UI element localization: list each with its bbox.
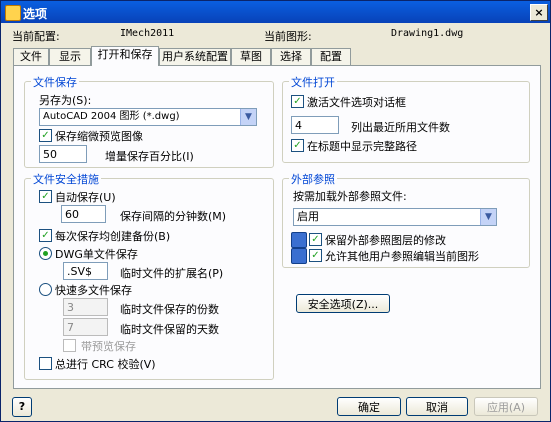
allow-edit-label: 允许其他用户参照编辑当前图形 <box>325 250 479 263</box>
recent-files-label: 列出最近所用文件数 <box>351 121 450 134</box>
save-as-label: 另存为(S): <box>39 94 92 107</box>
save-as-select[interactable]: AutoCAD 2004 图形 (*.dwg) ▼ <box>39 108 257 126</box>
chevron-down-icon: ▼ <box>240 109 256 125</box>
file-save-group: 文件保存 另存为(S): AutoCAD 2004 图形 (*.dwg) ▼ ✓… <box>24 74 274 168</box>
file-open-group: 文件打开 ✓ 激活文件选项对话框 4 列出最近所用文件数 ✓ 在标题中显示完整路… <box>282 74 530 163</box>
autosave-minutes-label: 保存间隔的分钟数(M) <box>120 210 227 223</box>
activate-dialog-checkbox[interactable]: ✓ <box>291 95 304 108</box>
apply-button[interactable]: 应用(A) <box>474 397 538 416</box>
autosave-label: 自动保存(U) <box>55 191 116 204</box>
retain-layer-changes-checkbox[interactable]: ✓ <box>309 233 322 246</box>
demand-load-select[interactable]: 启用 ▼ <box>293 208 497 226</box>
thumbnail-checkbox[interactable]: ✓ <box>39 129 52 142</box>
single-file-label: DWG单文件保存 <box>55 248 138 261</box>
tab-display[interactable]: 显示 <box>49 48 91 65</box>
temp-extension-input[interactable]: .SV$ <box>63 262 108 280</box>
close-button[interactable]: × <box>530 4 548 21</box>
file-save-title: 文件保存 <box>31 74 79 90</box>
current-drawing-label: 当前图形: <box>264 30 312 43</box>
xref-title: 外部参照 <box>289 171 337 187</box>
backup-checkbox[interactable]: ✓ <box>39 229 52 242</box>
tab-selection[interactable]: 选择 <box>271 48 311 65</box>
tab-files[interactable]: 文件 <box>13 48 49 65</box>
temp-days-label: 临时文件保留的天数 <box>120 323 219 336</box>
demand-load-value: 启用 <box>297 210 319 223</box>
crc-label: 总进行 CRC 校验(V) <box>55 358 156 371</box>
temp-days-input[interactable]: 7 <box>63 318 108 336</box>
incremental-percent-input[interactable]: 50 <box>39 145 87 163</box>
full-path-label: 在标题中显示完整路径 <box>307 140 417 153</box>
autosave-minutes-input[interactable]: 60 <box>61 205 106 223</box>
xref-group: 外部参照 按需加载外部参照文件: 启用 ▼ ✓ 保留外部参照图层的修改 ✓ 允许… <box>282 171 530 268</box>
options-dialog: 选项 × 当前配置: IMech2011 当前图形: Drawing1.dwg … <box>0 0 551 422</box>
single-file-radio[interactable] <box>39 247 52 260</box>
temp-copies-input[interactable]: 3 <box>63 298 108 316</box>
preview-save-checkbox[interactable] <box>63 339 76 352</box>
current-config-value: IMech2011 <box>120 28 175 39</box>
tab-panel: 文件保存 另存为(S): AutoCAD 2004 图形 (*.dwg) ▼ ✓… <box>13 65 541 389</box>
file-safety-group: 文件安全措施 ✓ 自动保存(U) 60 保存间隔的分钟数(M) ✓ 每次保存均创… <box>24 171 274 380</box>
demand-load-label: 按需加载外部参照文件: <box>293 190 407 203</box>
xref-layer-icon <box>291 232 307 248</box>
xref-edit-icon <box>291 248 307 264</box>
file-open-title: 文件打开 <box>289 74 337 90</box>
current-config-label: 当前配置: <box>12 30 60 43</box>
tab-drafting[interactable]: 草图 <box>231 48 271 65</box>
allow-edit-checkbox[interactable]: ✓ <box>309 249 322 262</box>
tab-user-preferences[interactable]: 用户系统配置 <box>159 48 231 65</box>
chevron-down-icon: ▼ <box>480 209 496 225</box>
preview-save-label: 带预览保存 <box>81 340 136 353</box>
incremental-percent-label: 增量保存百分比(I) <box>105 150 194 163</box>
ok-button[interactable]: 确定 <box>337 397 401 416</box>
current-drawing-value: Drawing1.dwg <box>391 28 464 39</box>
title-bar: 选项 × <box>1 1 550 23</box>
backup-label: 每次保存均创建备份(B) <box>55 230 171 243</box>
recent-files-input[interactable]: 4 <box>291 116 339 134</box>
tab-open-save[interactable]: 打开和保存 <box>91 46 159 66</box>
help-button[interactable]: ? <box>12 397 32 417</box>
multi-file-label: 快速多文件保存 <box>55 284 132 297</box>
activate-dialog-label: 激活文件选项对话框 <box>307 96 406 109</box>
window-title: 选项 <box>23 7 48 21</box>
app-icon <box>5 5 21 21</box>
cancel-button[interactable]: 取消 <box>406 397 468 416</box>
save-as-value: AutoCAD 2004 图形 (*.dwg) <box>43 111 180 122</box>
tab-profiles[interactable]: 配置 <box>311 48 351 65</box>
security-options-button[interactable]: 安全选项(Z)... <box>296 294 390 313</box>
temp-copies-label: 临时文件保存的份数 <box>120 303 219 316</box>
retain-layer-changes-label: 保留外部参照图层的修改 <box>325 234 446 247</box>
full-path-checkbox[interactable]: ✓ <box>291 139 304 152</box>
temp-extension-label: 临时文件的扩展名(P) <box>120 267 224 280</box>
multi-file-radio[interactable] <box>39 283 52 296</box>
crc-checkbox[interactable] <box>39 357 52 370</box>
thumbnail-label: 保存缩微预览图像 <box>55 130 143 143</box>
autosave-checkbox[interactable]: ✓ <box>39 190 52 203</box>
file-safety-title: 文件安全措施 <box>31 171 101 187</box>
